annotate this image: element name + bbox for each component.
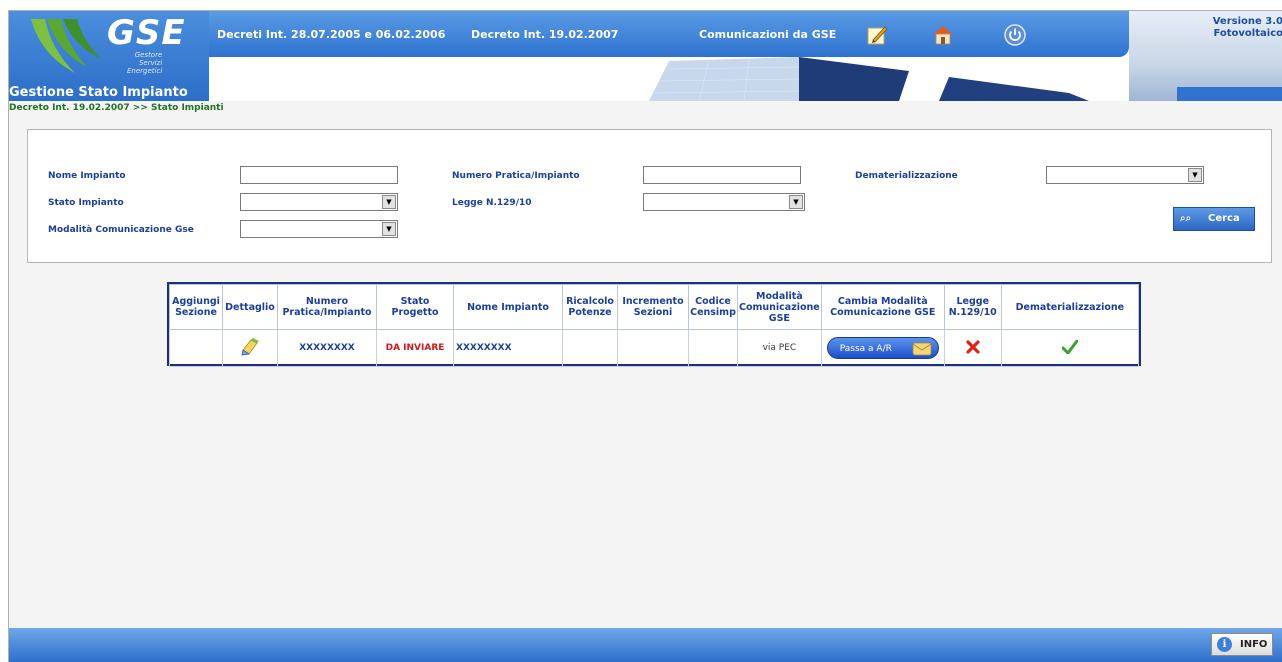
version-info: Versione 3.0 Fotovoltaico <box>1213 16 1282 40</box>
filter-panel: Nome Impianto Numero Pratica/Impianto De… <box>27 129 1272 263</box>
col-incremento-sezioni: Incremento Sezioni <box>617 284 689 330</box>
logo-subtitle-line: Gestore <box>134 51 163 59</box>
cerca-button[interactable]: ⌕⌕ Cerca <box>1173 207 1255 231</box>
nome-impianto-label: Nome Impianto <box>48 171 126 181</box>
info-icon: i <box>1217 637 1232 652</box>
col-dematerializzazione: Dematerializzazione <box>1000 284 1140 330</box>
col-codice-censimp: Codice Censimp <box>688 284 738 330</box>
cross-icon <box>966 339 980 354</box>
version-label: Versione 3.0 <box>1212 16 1282 27</box>
numero-pratica-label: Numero Pratica/Impianto <box>452 171 580 181</box>
solar-panels-banner <box>649 57 1089 101</box>
info-button[interactable]: i INFO <box>1211 633 1273 656</box>
cell-codice-censimp <box>688 329 738 367</box>
nav-comunicazioni-gse[interactable]: Comunicazioni da GSE <box>699 28 836 41</box>
cerca-button-label: Cerca <box>1208 213 1240 224</box>
cell-modalita-comunicazione: via PEC <box>737 329 822 367</box>
col-dettaglio: Dettaglio <box>222 284 278 330</box>
modalita-comunicazione-select[interactable]: ▼ <box>240 220 398 238</box>
chevron-down-icon: ▼ <box>1188 168 1202 182</box>
footer-bar: i INFO <box>9 628 1282 662</box>
gse-logo-text: GSE <box>107 13 186 53</box>
cell-legge <box>943 329 1002 367</box>
edit-note-icon[interactable] <box>865 23 889 47</box>
stato-impianto-label: Stato Impianto <box>48 198 124 208</box>
table-row: XXXXXXXX DA INVIARE XXXXXXXX via PEC Pas… <box>169 329 1140 367</box>
col-numero-pratica: Numero Pratica/Impianto <box>277 284 377 330</box>
col-aggiungi-sezione: Aggiungi Sezione <box>169 284 223 330</box>
dematerializzazione-select[interactable]: ▼ <box>1046 166 1204 184</box>
product-label: Fotovoltaico <box>1213 28 1282 39</box>
cell-incremento-sezioni <box>617 329 689 367</box>
passa-ar-button[interactable]: Passa a A/R <box>826 337 939 359</box>
binoculars-icon: ⌕⌕ <box>1180 213 1192 224</box>
cell-ricalcolo-potenze <box>562 329 618 367</box>
table-header-row: Aggiungi Sezione Dettaglio Numero Pratic… <box>169 284 1140 330</box>
header-accent-strip <box>1177 87 1282 101</box>
checkmark-icon <box>1061 339 1079 354</box>
col-legge: Legge N.129/10 <box>943 284 1002 330</box>
numero-pratica-input[interactable] <box>643 166 801 184</box>
col-nome-impianto: Nome Impianto <box>453 284 563 330</box>
legge-select[interactable]: ▼ <box>643 193 805 211</box>
chevron-down-icon: ▼ <box>382 222 396 236</box>
col-stato-progetto: Stato Progetto <box>376 284 454 330</box>
info-button-label: INFO <box>1240 639 1268 650</box>
results-table: Aggiungi Sezione Dettaglio Numero Pratic… <box>167 282 1141 367</box>
app-frame: GSE Gestore Servizi Energetici Gestione … <box>8 10 1282 662</box>
stato-impianto-select[interactable]: ▼ <box>240 193 398 211</box>
app-title: Gestione Stato Impianto <box>9 85 188 100</box>
envelope-icon <box>912 342 932 356</box>
col-ricalcolo-potenze: Ricalcolo Potenze <box>562 284 618 330</box>
cell-aggiungi-sezione <box>169 329 223 367</box>
gse-logo-swoosh-icon <box>31 19 101 73</box>
power-icon[interactable] <box>1003 23 1027 47</box>
header: GSE Gestore Servizi Energetici Gestione … <box>9 11 1282 101</box>
logo-subtitle-line: Energetici <box>127 67 163 75</box>
gse-logo-subtitle: Gestore Servizi Energetici <box>127 51 162 75</box>
cell-nome-impianto: XXXXXXXX <box>453 329 563 367</box>
detail-pencil-icon[interactable] <box>240 337 260 357</box>
home-icon[interactable] <box>931 23 955 47</box>
col-cambia-modalita: Cambia Modalità Comunicazione GSE <box>820 284 945 330</box>
breadcrumb: Decreto Int. 19.02.2007 >> Stato Impiant… <box>9 103 224 113</box>
passa-ar-label: Passa a A/R <box>839 344 892 354</box>
legge-label: Legge N.129/10 <box>452 198 532 208</box>
nav-decreti-2005-2006[interactable]: Decreti Int. 28.07.2005 e 06.02.2006 <box>217 28 445 41</box>
cell-cambia-modalita: Passa a A/R <box>820 329 945 367</box>
col-modalita-comunicazione: Modalità Comunicazione GSE <box>737 284 822 330</box>
modalita-comunicazione-label: Modalità Comunicazione Gse <box>48 225 194 235</box>
chevron-down-icon: ▼ <box>789 195 803 209</box>
cell-numero-pratica: XXXXXXXX <box>277 329 377 367</box>
cell-dettaglio <box>222 329 278 367</box>
cell-stato-progetto: DA INVIARE <box>376 329 454 367</box>
logo-subtitle-line: Servizi <box>138 59 163 67</box>
nome-impianto-input[interactable] <box>240 166 398 184</box>
chevron-down-icon: ▼ <box>382 195 396 209</box>
dematerializzazione-label: Dematerializzazione <box>855 171 958 181</box>
cell-dematerializzazione <box>1000 329 1140 367</box>
nav-decreto-2007[interactable]: Decreto Int. 19.02.2007 <box>471 28 618 41</box>
logo-area: GSE Gestore Servizi Energetici Gestione … <box>9 11 209 101</box>
